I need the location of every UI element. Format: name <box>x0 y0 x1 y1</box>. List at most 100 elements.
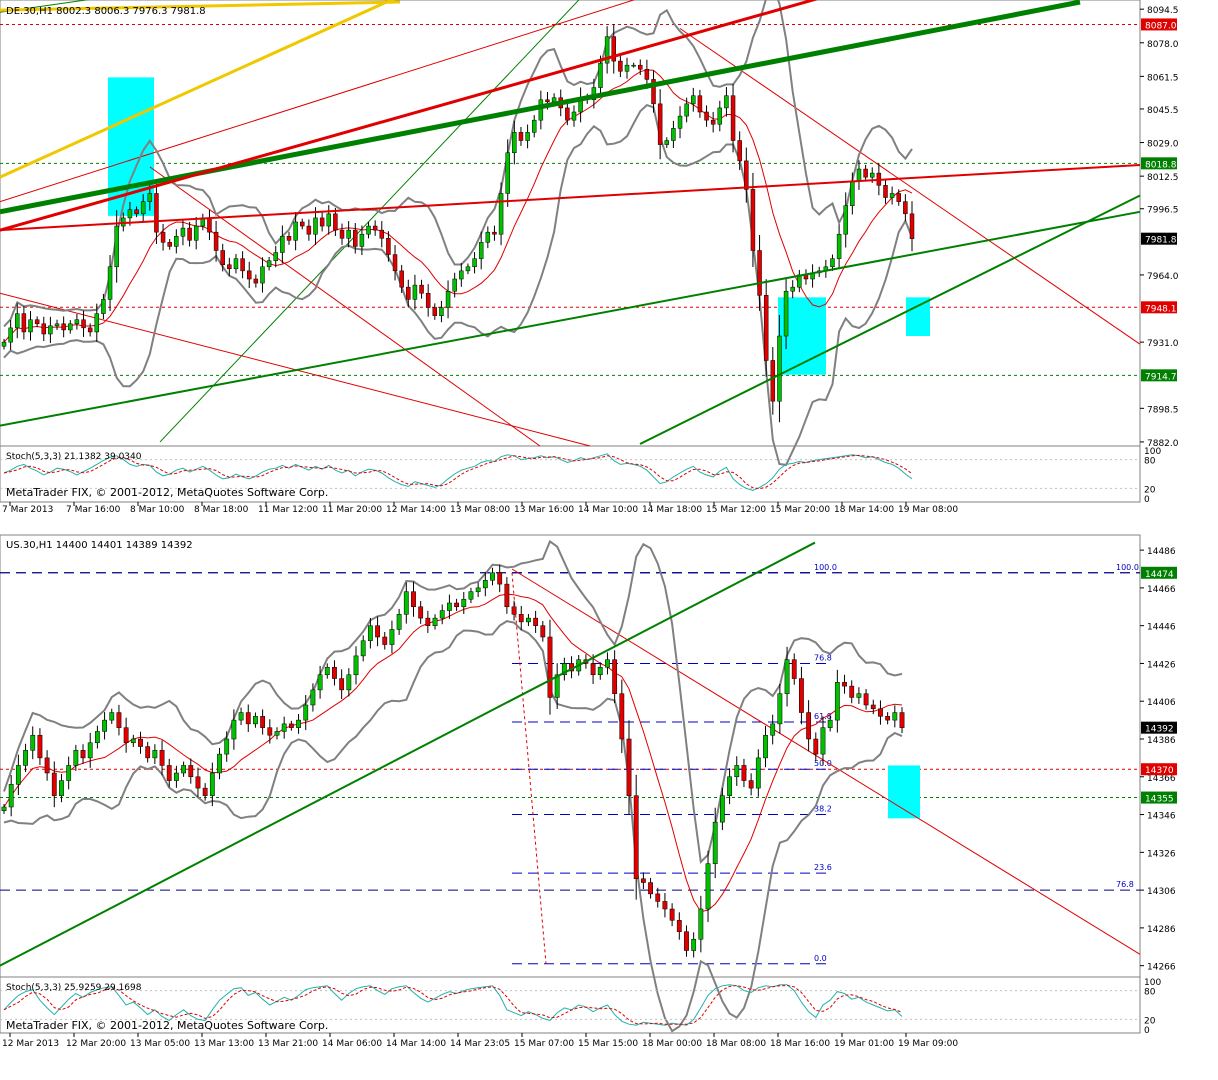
price-marker-label: 14370 <box>1145 766 1174 776</box>
candle-body <box>174 772 179 781</box>
candle-body <box>842 682 847 687</box>
candle-body <box>134 209 139 215</box>
time-tick-label: 11 Mar 20:00 <box>322 505 382 515</box>
candle-body <box>181 765 187 774</box>
candle-body <box>87 327 93 333</box>
candle-body <box>319 217 325 227</box>
us30-price-axis: 1448614466144461442614406143861436614346… <box>1140 547 1177 973</box>
candle-body <box>540 625 546 638</box>
candle-body <box>418 606 424 619</box>
candle-body <box>870 704 876 710</box>
price-tick-label: 7964.0 <box>1147 272 1179 282</box>
chart-us30[interactable]: 100.076.861.850.038.223.60.0100.076.8 US… <box>0 534 1177 1049</box>
candle-body <box>359 233 365 247</box>
us30-time-axis: 12 Mar 2013 12 Mar 20:00 13 Mar 05:00 13 Ma… <box>2 1033 958 1049</box>
time-tick-label: 15 Mar 12:00 <box>706 505 766 515</box>
time-tick-label: 8 Mar 18:00 <box>194 505 249 515</box>
stoch-tick-label: 80 <box>1144 988 1156 998</box>
candle-body <box>1 806 7 812</box>
candle-body <box>712 821 718 864</box>
candle-body <box>68 323 73 331</box>
candle-body <box>856 693 862 698</box>
candle-body <box>21 313 27 333</box>
candle-body <box>896 193 901 202</box>
candle-body <box>909 213 915 239</box>
candle-body <box>266 260 272 268</box>
candle-body <box>657 103 663 145</box>
time-tick-label: 13 Mar 16:00 <box>514 505 574 515</box>
us30-watermark: MetaTrader FIX, © 2001-2012, MetaQuotes … <box>6 1019 328 1032</box>
candle-body <box>346 674 352 691</box>
candle-body <box>531 119 537 133</box>
candle-body <box>339 229 345 239</box>
candle-body <box>240 258 245 272</box>
candle-body <box>899 712 905 728</box>
candle-body <box>439 610 445 619</box>
price-marker-label: 14392 <box>1145 725 1174 735</box>
candle-body <box>81 319 86 329</box>
time-tick-label: 18 Mar 16:00 <box>770 1039 830 1049</box>
candle-body <box>598 62 603 88</box>
candle-body <box>638 64 643 70</box>
candle-body <box>8 784 14 808</box>
candle-body <box>389 629 395 645</box>
de30-price-pane[interactable] <box>0 0 1141 447</box>
candle-body <box>54 323 60 327</box>
candle-body <box>863 168 868 178</box>
trading-terminal: DE.30,H1 8002.3 8006.3 7976.3 7981.8 Sto… <box>0 0 1218 1076</box>
candle-body <box>737 140 742 162</box>
candle-body <box>640 878 646 883</box>
price-tick-label: 14266 <box>1147 963 1176 973</box>
candle-body <box>8 327 13 343</box>
de30-stoch-axis: 10080 200 <box>1144 447 1161 505</box>
candle-body <box>187 227 192 241</box>
price-marker-label: 8087.0 <box>1145 21 1177 31</box>
chart-de30[interactable]: DE.30,H1 8002.3 8006.3 7976.3 7981.8 Sto… <box>0 0 1179 515</box>
candle-body <box>498 193 504 235</box>
candle-body <box>166 765 172 781</box>
candle-body <box>533 617 539 626</box>
candle-body <box>411 591 416 608</box>
candle-body <box>180 227 186 237</box>
price-tick-label: 14486 <box>1147 547 1176 557</box>
candle-body <box>547 636 553 698</box>
candle-body <box>504 583 510 608</box>
us30-price-pane[interactable] <box>0 534 1141 978</box>
candle-body <box>353 229 358 247</box>
candle-body <box>770 360 776 402</box>
candle-body <box>710 119 716 125</box>
candle-body <box>274 731 280 736</box>
candle-body <box>107 266 113 300</box>
price-tick-label: 14386 <box>1147 736 1176 746</box>
candle-body <box>644 68 650 80</box>
candle-body <box>849 685 855 698</box>
candle-body <box>253 716 258 725</box>
time-tick-label: 18 Mar 14:00 <box>834 505 894 515</box>
candle-body <box>475 587 481 592</box>
candle-body <box>238 712 244 721</box>
candle-body <box>94 731 100 744</box>
time-tick-label: 7 Mar 16:00 <box>66 505 121 515</box>
candle-body <box>419 284 424 294</box>
price-tick-label: 14286 <box>1147 925 1176 935</box>
candle-body <box>382 636 388 645</box>
candle-body <box>396 614 402 630</box>
candle-body <box>698 908 704 940</box>
candle-body <box>280 235 285 253</box>
candle-body <box>366 225 371 235</box>
candle-body <box>48 325 53 335</box>
candle-body <box>160 231 166 243</box>
candle-body <box>224 738 230 755</box>
candle-body <box>697 95 703 113</box>
candle-body <box>465 266 471 272</box>
candle-body <box>813 738 819 755</box>
stoch-tick-label: 100 <box>1144 447 1161 457</box>
time-tick-label: 12 Mar 20:00 <box>66 1039 126 1049</box>
fib-level-label: 0.0 <box>814 954 827 963</box>
candle-body <box>843 205 848 235</box>
candle-body <box>260 716 266 728</box>
candle-body <box>490 572 495 581</box>
candle-body <box>863 693 869 706</box>
candle-body <box>73 750 79 766</box>
price-tick-label: 8078.0 <box>1147 40 1179 50</box>
